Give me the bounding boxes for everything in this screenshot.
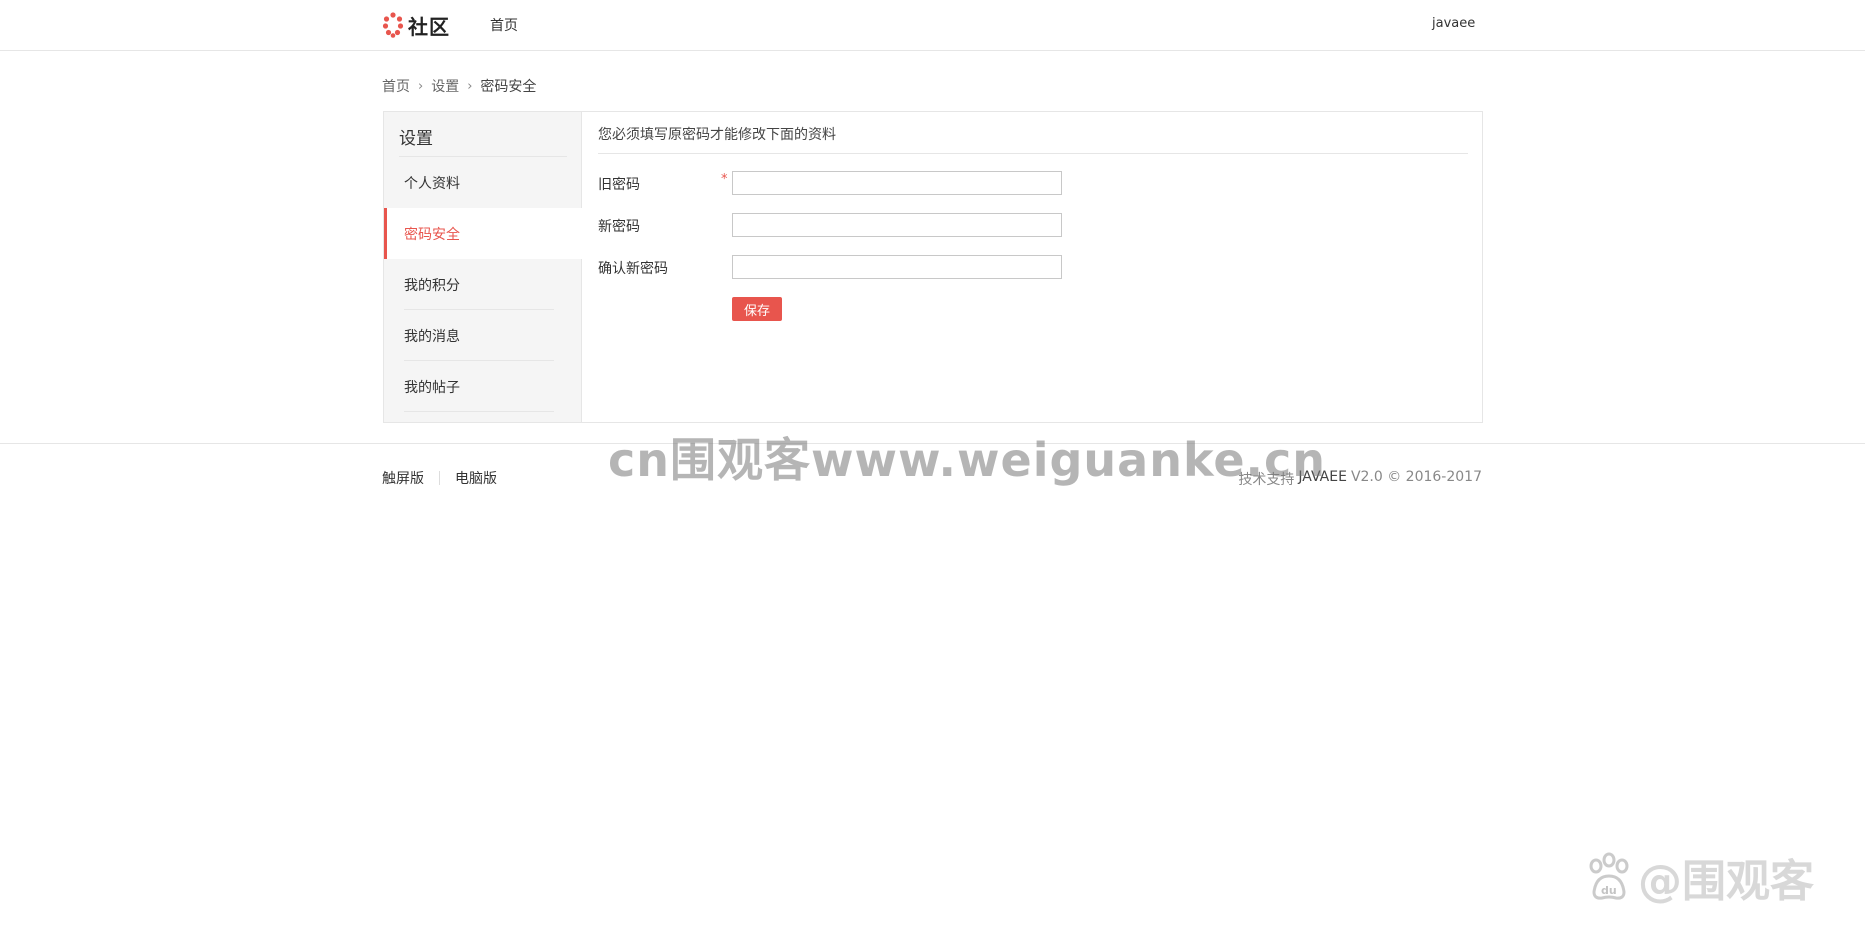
new-password-label: 新密码 <box>598 219 640 235</box>
sidebar-title: 设置 <box>399 129 433 149</box>
logo-icon <box>382 12 404 38</box>
save-button[interactable]: 保存 <box>732 297 782 321</box>
version-text: V2.0 © 2016-2017 <box>1350 469 1482 485</box>
form-notice: 您必须填写原密码才能修改下面的资料 <box>598 127 836 143</box>
nav-home-link[interactable]: 首页 <box>490 15 518 35</box>
watermark-text: cn围观客www.weiguanke.cn <box>608 433 1327 487</box>
footer-links: 触屏版 电脑版 <box>382 468 497 488</box>
sidebar-item-posts[interactable]: 我的帖子 <box>384 361 582 412</box>
watermark-corner: du @围观客 <box>1586 845 1814 909</box>
breadcrumb: 首页 › 设置 › 密码安全 <box>382 76 536 96</box>
settings-sidebar: 设置 个人资料 密码安全 我的积分 我的消息 我的帖子 <box>384 112 583 422</box>
desktop-version-link[interactable]: 电脑版 <box>455 468 497 488</box>
old-password-label: 旧密码 <box>598 177 640 193</box>
sidebar-item-label: 个人资料 <box>404 176 460 192</box>
user-name-link[interactable]: javaee <box>1432 16 1475 31</box>
sidebar-item-label: 我的帖子 <box>404 380 460 396</box>
sidebar-item-messages[interactable]: 我的消息 <box>384 310 582 361</box>
chevron-right-icon: › <box>418 78 424 94</box>
logo-text: 社区 <box>408 14 450 39</box>
required-mark: * <box>721 172 728 187</box>
site-logo[interactable]: 社区 <box>382 10 450 40</box>
sidebar-item-password-security[interactable]: 密码安全 <box>384 208 583 259</box>
breadcrumb-current: 密码安全 <box>480 79 537 95</box>
touch-version-link[interactable]: 触屏版 <box>382 468 424 488</box>
top-header: 社区 首页 javaee <box>0 0 1865 51</box>
paw-icon: du <box>1589 852 1629 900</box>
svg-text:du: du <box>1601 884 1617 897</box>
breadcrumb-settings[interactable]: 设置 <box>431 76 459 96</box>
sidebar-item-label: 密码安全 <box>404 227 460 243</box>
settings-panel: 设置 个人资料 密码安全 我的积分 我的消息 我的帖子 您必须填写原密码才能修改… <box>383 111 1483 423</box>
password-form: 您必须填写原密码才能修改下面的资料 旧密码 * 新密码 确认新密码 保存 <box>583 112 1482 422</box>
old-password-input[interactable] <box>732 171 1062 195</box>
confirm-password-label: 确认新密码 <box>598 261 668 277</box>
divider <box>439 471 440 485</box>
watermark-corner-text: @围观客 <box>1638 856 1814 907</box>
confirm-password-input[interactable] <box>732 255 1062 279</box>
chevron-right-icon: › <box>467 78 473 94</box>
sidebar-item-label: 我的消息 <box>404 329 460 345</box>
sidebar-item-points[interactable]: 我的积分 <box>384 259 582 310</box>
divider <box>404 411 554 412</box>
sidebar-item-label: 我的积分 <box>404 278 460 294</box>
sidebar-item-profile[interactable]: 个人资料 <box>384 157 582 208</box>
breadcrumb-home[interactable]: 首页 <box>382 76 410 96</box>
new-password-input[interactable] <box>732 213 1062 237</box>
divider <box>598 153 1468 154</box>
